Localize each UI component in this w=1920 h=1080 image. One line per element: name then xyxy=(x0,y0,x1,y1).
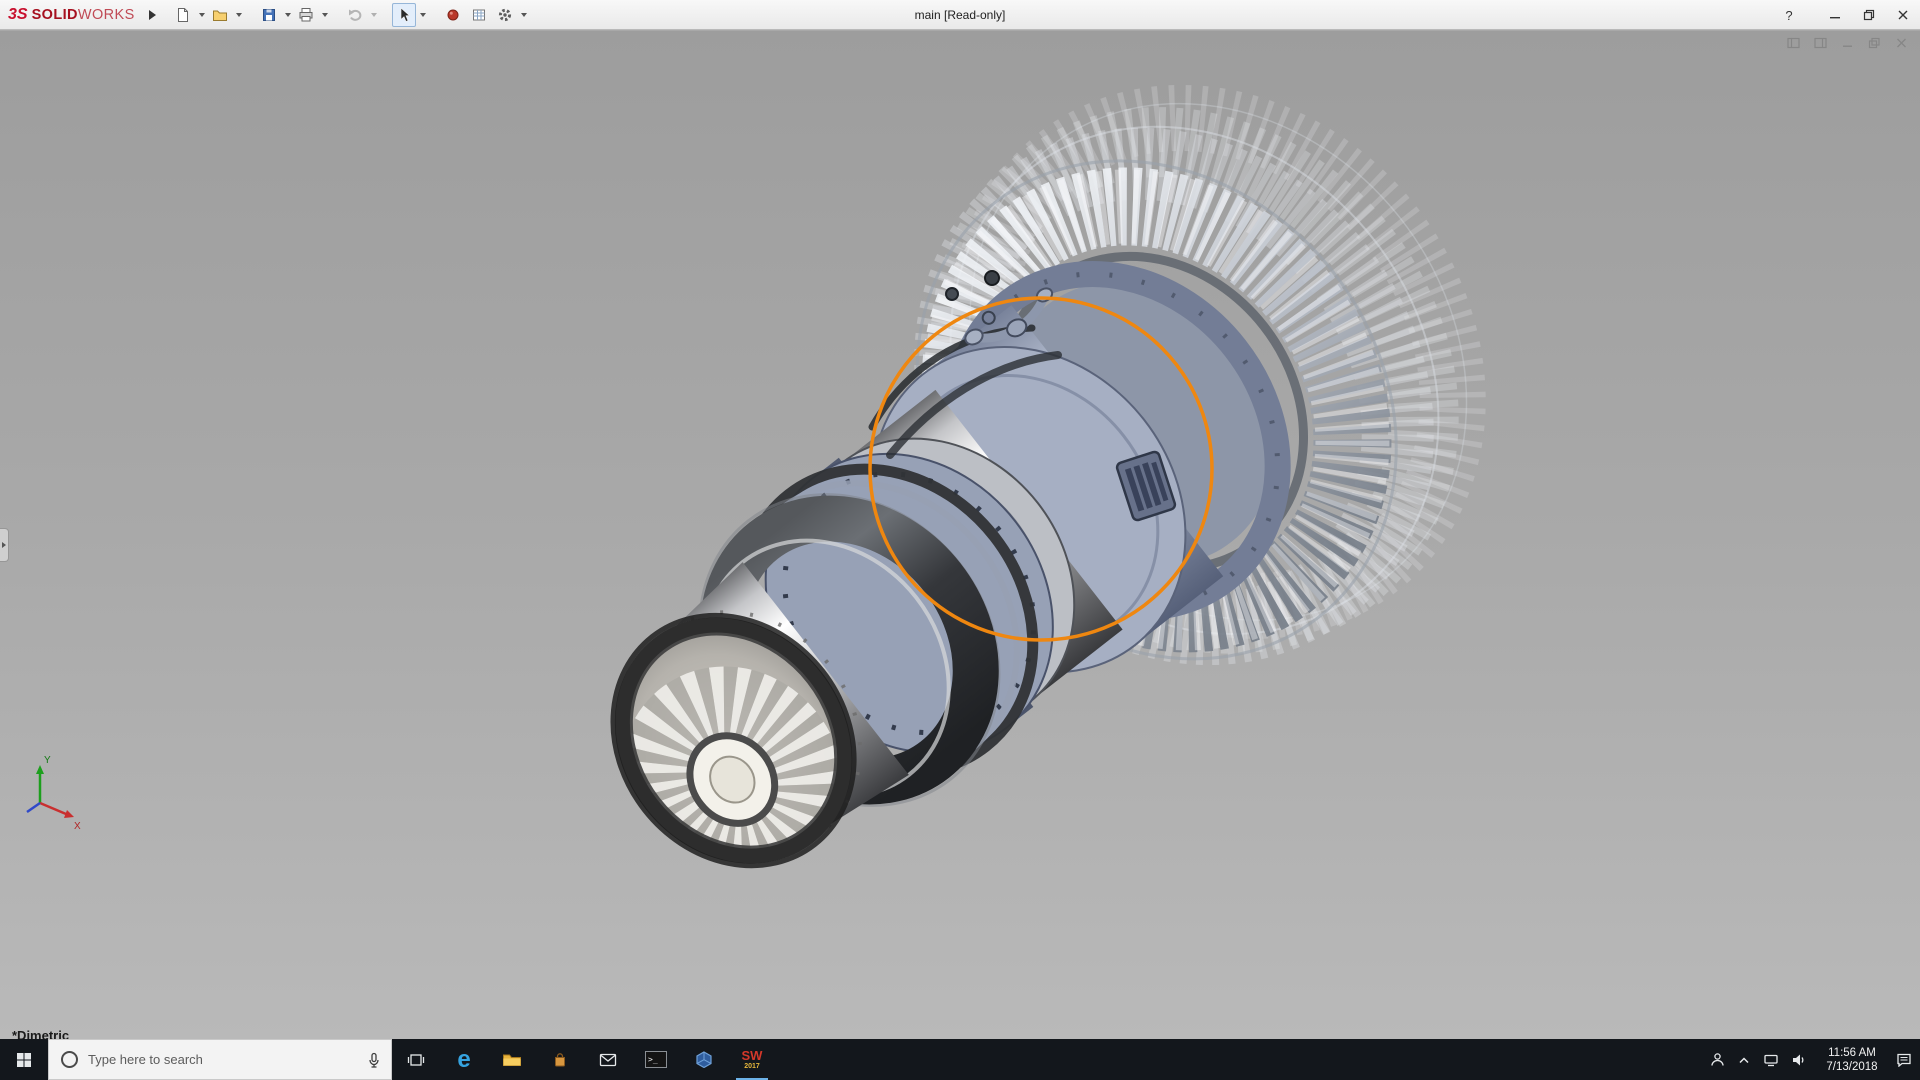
minimize-icon xyxy=(1829,9,1841,21)
save-dropdown-arrow[interactable] xyxy=(285,13,291,20)
restore-icon xyxy=(1863,9,1875,21)
command-prompt-icon: >_ xyxy=(645,1051,667,1068)
design-table-button[interactable] xyxy=(467,3,491,27)
select-tool-button[interactable] xyxy=(392,3,416,27)
open-dropdown-arrow[interactable] xyxy=(236,13,242,20)
appearances-button[interactable] xyxy=(441,3,465,27)
document-window-controls xyxy=(1787,37,1908,49)
print-icon xyxy=(298,7,314,23)
select-cursor-icon xyxy=(396,7,412,23)
microphone-icon[interactable] xyxy=(367,1052,381,1068)
cortana-icon[interactable] xyxy=(61,1051,78,1068)
new-document-button[interactable] xyxy=(171,3,195,27)
undo-icon xyxy=(347,7,363,23)
edrawings-button[interactable] xyxy=(680,1039,728,1080)
engine-model[interactable] xyxy=(476,31,1569,1025)
clock-time: 11:56 AM xyxy=(1821,1046,1883,1060)
display-pane-icon[interactable] xyxy=(1787,37,1800,49)
reference-triad: X Y xyxy=(27,755,81,832)
restore-button[interactable] xyxy=(1852,0,1886,30)
search-placeholder: Type here to search xyxy=(88,1052,367,1067)
window-controls: ? xyxy=(1774,0,1920,30)
save-button[interactable] xyxy=(257,3,281,27)
open-folder-icon xyxy=(212,7,228,23)
open-button[interactable] xyxy=(208,3,232,27)
doc-minimize-icon[interactable] xyxy=(1841,37,1854,49)
options-dropdown-arrow[interactable] xyxy=(521,13,527,20)
network-icon[interactable] xyxy=(1763,1053,1779,1067)
logo-text-works: WORKS xyxy=(78,7,135,23)
flyout-pane-icon[interactable] xyxy=(1814,37,1827,49)
triad-x-arrowhead xyxy=(64,810,74,818)
appearance-sphere-icon xyxy=(445,7,461,23)
new-document-icon xyxy=(175,7,191,23)
doc-close-icon[interactable] xyxy=(1895,37,1908,49)
logo-text-solid: SOLID xyxy=(32,7,78,23)
viewport-canvas[interactable]: X Y xyxy=(0,31,1920,1039)
minimize-button[interactable] xyxy=(1818,0,1852,30)
print-button[interactable] xyxy=(294,3,318,27)
design-table-icon xyxy=(471,7,487,23)
mail-button[interactable] xyxy=(584,1039,632,1080)
volume-icon[interactable] xyxy=(1792,1053,1808,1067)
doc-restore-icon[interactable] xyxy=(1868,37,1881,49)
undo-dropdown-arrow[interactable] xyxy=(371,13,377,20)
view-orientation-label: *Dimetric xyxy=(12,1028,69,1039)
triad-y-label: Y xyxy=(44,755,51,766)
solidworks-app-icon: SW 2017 xyxy=(742,1049,763,1070)
start-button[interactable] xyxy=(0,1039,48,1080)
solidworks-logo: 3S SOLID WORKS xyxy=(8,6,135,24)
document-title: main [Read-only] xyxy=(915,0,1006,30)
save-floppy-icon xyxy=(261,7,277,23)
folder-icon xyxy=(502,1052,522,1068)
taskbar-clock[interactable]: 11:56 AM 7/13/2018 xyxy=(1821,1046,1883,1074)
help-button[interactable]: ? xyxy=(1774,8,1804,23)
show-hidden-icons-chevron[interactable] xyxy=(1738,1054,1750,1066)
taskbar-search-box[interactable]: Type here to search xyxy=(48,1039,392,1080)
fitting-knob-2 xyxy=(946,288,958,300)
print-dropdown-arrow[interactable] xyxy=(322,13,328,20)
ds-logo-mark: 3S xyxy=(8,6,28,24)
edge-icon: e xyxy=(457,1048,470,1072)
close-button[interactable] xyxy=(1886,0,1920,30)
featuremanager-flyout-tab[interactable] xyxy=(0,528,9,562)
solidworks-window: 3S SOLID WORKS xyxy=(0,0,1920,1080)
undo-button[interactable] xyxy=(343,3,367,27)
people-icon[interactable] xyxy=(1710,1052,1725,1067)
triad-x-label: X xyxy=(74,821,81,832)
action-center-icon[interactable] xyxy=(1896,1052,1912,1067)
clock-date: 7/13/2018 xyxy=(1821,1060,1883,1074)
gear-icon xyxy=(497,7,513,23)
triad-z-axis xyxy=(27,803,40,812)
fitting-knob-1 xyxy=(985,271,999,285)
shopping-bag-icon xyxy=(552,1052,568,1068)
system-tray: 11:56 AM 7/13/2018 xyxy=(1710,1039,1920,1080)
new-dropdown-arrow[interactable] xyxy=(199,13,205,20)
graphics-viewport[interactable]: X Y *Dimetric xyxy=(0,31,1920,1039)
windows-taskbar: Type here to search e xyxy=(0,1039,1920,1080)
store-button[interactable] xyxy=(536,1039,584,1080)
select-dropdown-arrow[interactable] xyxy=(420,13,426,20)
triad-x-axis xyxy=(40,803,66,814)
task-view-button[interactable] xyxy=(392,1039,440,1080)
task-view-icon xyxy=(407,1052,425,1068)
file-explorer-button[interactable] xyxy=(488,1039,536,1080)
windows-logo-icon xyxy=(16,1052,32,1068)
mail-envelope-icon xyxy=(599,1053,617,1067)
menu-expand-arrow-icon[interactable] xyxy=(149,10,161,20)
hexagon-app-icon xyxy=(695,1051,713,1068)
title-bar: 3S SOLID WORKS xyxy=(0,0,1920,30)
command-prompt-button[interactable]: >_ xyxy=(632,1039,680,1080)
quick-access-toolbar xyxy=(171,3,528,27)
solidworks-2017-button[interactable]: SW 2017 xyxy=(728,1039,776,1080)
options-button[interactable] xyxy=(493,3,517,27)
triad-y-arrowhead xyxy=(36,765,44,774)
close-icon xyxy=(1897,9,1909,21)
edge-button[interactable]: e xyxy=(440,1039,488,1080)
